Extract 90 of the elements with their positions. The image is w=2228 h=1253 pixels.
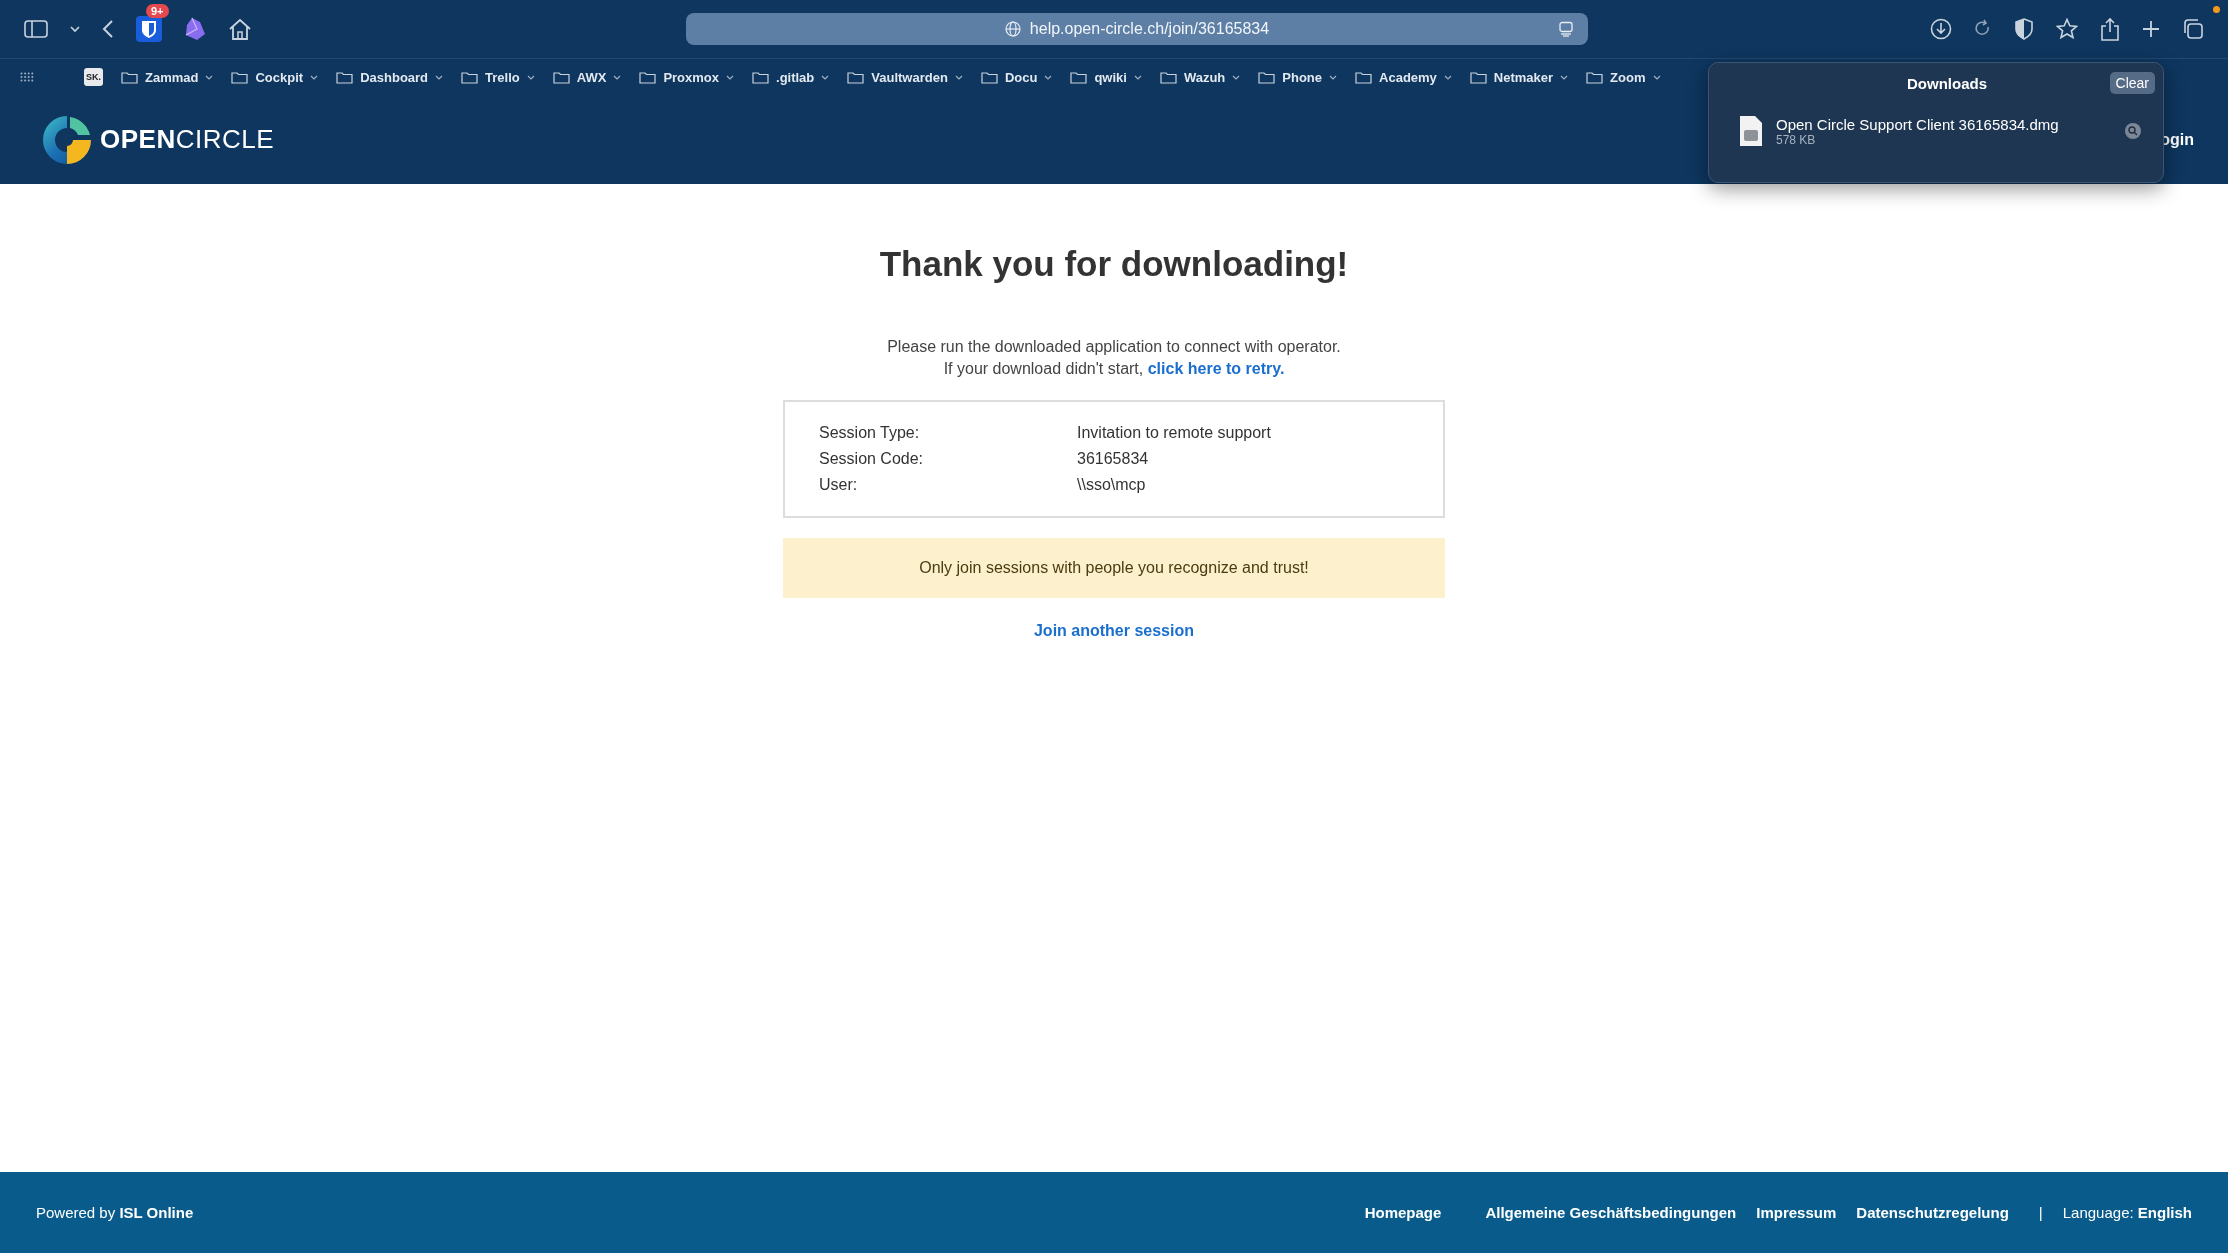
retry-link[interactable]: click here to retry.: [1147, 360, 1285, 377]
bookmark-folder[interactable]: .gitlab: [748, 69, 834, 85]
download-size: 578 KB: [1776, 132, 1817, 147]
folder-icon: [1159, 70, 1177, 84]
folder-icon: [1355, 70, 1373, 84]
back-icon[interactable]: [102, 19, 114, 39]
session-label: Session Type:: [819, 424, 921, 442]
folder-icon: [552, 70, 570, 84]
chevron-down-icon: [613, 74, 622, 80]
session-value: \\sso\mcp: [1077, 476, 1146, 494]
instruction-text: Please run the downloaded application to connect with operator.: [887, 337, 1341, 357]
bookmark-folder[interactable]: Wazuh: [1155, 69, 1245, 85]
chevron-down-icon[interactable]: [70, 25, 80, 33]
warning-text: Only join sessions with people you recognize and trust!: [919, 559, 1309, 577]
bookmark-folder[interactable]: Phone: [1254, 69, 1342, 85]
chevron-down-icon: [1133, 74, 1142, 80]
footer-link[interactable]: Homepage: [1364, 1204, 1442, 1221]
language-selector[interactable]: Language: English: [2062, 1204, 2192, 1221]
chevron-down-icon: [310, 74, 319, 80]
bookmark-folder[interactable]: Cockpit: [227, 69, 323, 85]
bookmark-folder[interactable]: Docu: [976, 69, 1057, 85]
bookmark-folder[interactable]: Trello: [457, 69, 539, 85]
reader-icon[interactable]: [1558, 21, 1574, 37]
bookmark-folder[interactable]: Zammad: [117, 69, 218, 85]
page-heading: Thank you for downloading!: [879, 244, 1349, 284]
download-filename[interactable]: Open Circle Support Client 36165834.dmg: [1776, 115, 2112, 133]
folder-icon: [1586, 70, 1604, 84]
notification-dot: [2213, 6, 2220, 13]
footer-link[interactable]: Impressum: [1756, 1204, 1837, 1221]
session-label: User:: [819, 476, 859, 494]
instruction-text: If your download didn't start,: [943, 360, 1144, 377]
shield-icon[interactable]: [2014, 18, 2034, 40]
clear-button[interactable]: Clear: [2109, 72, 2155, 94]
globe-icon: [1004, 21, 1021, 37]
folder-icon: [336, 70, 354, 84]
powered-by-text: Powered by ISL Online: [36, 1204, 194, 1221]
folder-icon: [1469, 70, 1487, 84]
tabs-icon[interactable]: [2182, 18, 2204, 40]
session-value: Invitation to remote support: [1077, 424, 1271, 442]
folder-icon: [752, 70, 769, 84]
session-label: Session Code:: [819, 450, 925, 468]
bookmark-folder[interactable]: Proxmox: [635, 69, 738, 85]
bookmark-folder[interactable]: qwiki: [1066, 69, 1146, 85]
chevron-down-icon: [1443, 74, 1452, 80]
download-icon[interactable]: [1930, 18, 1952, 40]
chevron-down-icon: [726, 74, 734, 80]
logo-wordmark: OPENCIRCLE: [100, 124, 275, 155]
folder-icon: [847, 70, 865, 84]
bookmark-folder[interactable]: Zoom: [1582, 69, 1665, 85]
bookmark-folder[interactable]: AWX: [548, 69, 626, 85]
footer-link[interactable]: Datenschutzregelung: [1856, 1204, 2009, 1221]
chevron-down-icon: [526, 74, 535, 80]
chevron-down-icon: [821, 74, 830, 80]
folder-icon: [1258, 70, 1276, 84]
separator: |: [2038, 1204, 2043, 1221]
disk-image-file-icon: [1739, 115, 1763, 147]
chevron-down-icon: [1652, 74, 1661, 80]
shield-icon[interactable]: [136, 16, 162, 42]
folder-icon: [461, 70, 479, 84]
chevron-down-icon: [1232, 74, 1241, 80]
address-bar[interactable]: help.open-circle.ch/join/36165834: [686, 13, 1588, 45]
home-icon[interactable]: [228, 18, 252, 40]
join-session-link[interactable]: Join another session: [1033, 622, 1194, 640]
folder-icon: [1070, 70, 1088, 84]
notification-badge: 9+: [146, 4, 169, 18]
crystal-icon[interactable]: [184, 17, 206, 41]
folder-icon: [639, 70, 657, 84]
chevron-down-icon: [435, 74, 444, 80]
bookmark-folder[interactable]: Vaultwarden: [843, 69, 967, 85]
footer-link[interactable]: Allgemeine Geschäftsbedingungen: [1485, 1204, 1737, 1221]
folder-icon: [231, 70, 249, 84]
grid-icon[interactable]: [20, 72, 34, 82]
session-value: 36165834: [1077, 450, 1149, 468]
bookmark-folder[interactable]: Netmaker: [1465, 69, 1573, 85]
bookmark-folder[interactable]: Dashboard: [332, 69, 448, 85]
chevron-down-icon: [954, 74, 963, 80]
sidebar-icon[interactable]: [24, 20, 48, 38]
chevron-down-icon: [1044, 74, 1053, 80]
popup-title: Downloads: [1907, 74, 1987, 92]
chevron-down-icon: [205, 74, 214, 80]
folder-icon: [121, 70, 138, 84]
bookmark-folder[interactable]: Academy: [1351, 69, 1456, 85]
chevron-down-icon: [1560, 74, 1569, 80]
bookmark-favicon[interactable]: SK.: [84, 68, 103, 86]
plus-icon[interactable]: [2142, 20, 2160, 38]
folder-icon: [980, 70, 998, 84]
star-icon[interactable]: [2056, 18, 2078, 40]
share-icon[interactable]: [2100, 17, 2120, 41]
magnifier-icon[interactable]: [2125, 123, 2141, 139]
chevron-down-icon: [1329, 74, 1338, 80]
